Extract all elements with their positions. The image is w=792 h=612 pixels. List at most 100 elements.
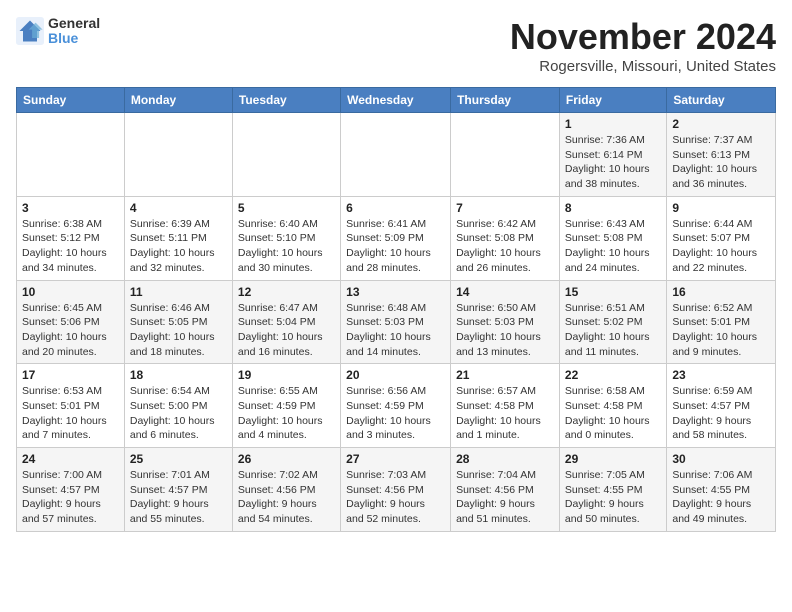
calendar-cell: 11Sunrise: 6:46 AM Sunset: 5:05 PM Dayli…: [124, 280, 232, 364]
day-info: Sunrise: 6:38 AM Sunset: 5:12 PM Dayligh…: [22, 217, 119, 276]
calendar-cell: [124, 113, 232, 197]
cell-content: 28Sunrise: 7:04 AM Sunset: 4:56 PM Dayli…: [456, 452, 554, 527]
day-number: 21: [456, 368, 554, 382]
calendar-cell: 13Sunrise: 6:48 AM Sunset: 5:03 PM Dayli…: [341, 280, 451, 364]
day-info: Sunrise: 6:54 AM Sunset: 5:00 PM Dayligh…: [130, 384, 227, 443]
calendar-cell: 23Sunrise: 6:59 AM Sunset: 4:57 PM Dayli…: [667, 364, 776, 448]
day-number: 15: [565, 285, 661, 299]
day-info: Sunrise: 6:55 AM Sunset: 4:59 PM Dayligh…: [238, 384, 335, 443]
day-number: 2: [672, 117, 770, 131]
calendar-cell: 10Sunrise: 6:45 AM Sunset: 5:06 PM Dayli…: [17, 280, 125, 364]
cell-content: 10Sunrise: 6:45 AM Sunset: 5:06 PM Dayli…: [22, 285, 119, 360]
day-info: Sunrise: 7:37 AM Sunset: 6:13 PM Dayligh…: [672, 133, 770, 192]
calendar-cell: 18 Sunrise: 6:54 AM Sunset: 5:00 PM Dayli…: [124, 364, 232, 448]
day-info: Sunrise: 6:46 AM Sunset: 5:05 PM Dayligh…: [130, 301, 227, 360]
header-row: SundayMondayTuesdayWednesdayThursdayFrid…: [17, 88, 776, 113]
page-header: General Blue November 2024 Rogersville, …: [16, 16, 776, 75]
calendar-cell: [451, 113, 560, 197]
calendar-cell: 22Sunrise: 6:58 AM Sunset: 4:58 PM Dayli…: [559, 364, 666, 448]
week-row-4: 24 Sunrise: 7:00 AM Sunset: 4:57 PM Dayli…: [17, 448, 776, 532]
day-number: 23: [672, 368, 770, 382]
header-wednesday: Wednesday: [341, 88, 451, 113]
day-number: 22: [565, 368, 661, 382]
cell-content: 1Sunrise: 7:36 AM Sunset: 6:14 PM Daylig…: [565, 117, 661, 192]
week-row-1: 3Sunrise: 6:38 AM Sunset: 5:12 PM Daylig…: [17, 196, 776, 280]
cell-content: 16 Sunrise: 6:52 AM Sunset: 5:01 PM Dayli…: [672, 285, 770, 360]
cell-content: 22Sunrise: 6:58 AM Sunset: 4:58 PM Dayli…: [565, 368, 661, 443]
cell-content: 20Sunrise: 6:56 AM Sunset: 4:59 PM Dayli…: [346, 368, 445, 443]
calendar-cell: 6Sunrise: 6:41 AM Sunset: 5:09 PM Daylig…: [341, 196, 451, 280]
day-info: Sunrise: 6:44 AM Sunset: 5:07 PM Dayligh…: [672, 217, 770, 276]
day-info: Sunrise: 6:41 AM Sunset: 5:09 PM Dayligh…: [346, 217, 445, 276]
header-tuesday: Tuesday: [232, 88, 340, 113]
cell-content: 29 Sunrise: 7:05 AM Sunset: 4:55 PM Dayli…: [565, 452, 661, 527]
calendar-cell: 27Sunrise: 7:03 AM Sunset: 4:56 PM Dayli…: [341, 448, 451, 532]
day-number: 1: [565, 117, 661, 131]
day-number: 19: [238, 368, 335, 382]
calendar-cell: 21 Sunrise: 6:57 AM Sunset: 4:58 PM Dayli…: [451, 364, 560, 448]
logo: General Blue: [16, 16, 100, 47]
calendar-cell: 29 Sunrise: 7:05 AM Sunset: 4:55 PM Dayli…: [559, 448, 666, 532]
calendar-cell: 7Sunrise: 6:42 AM Sunset: 5:08 PM Daylig…: [451, 196, 560, 280]
header-thursday: Thursday: [451, 88, 560, 113]
day-number: 12: [238, 285, 335, 299]
location-title: Rogersville, Missouri, United States: [510, 58, 776, 75]
cell-content: 24 Sunrise: 7:00 AM Sunset: 4:57 PM Dayli…: [22, 452, 119, 527]
day-info: Sunrise: 6:52 AM Sunset: 5:01 PM Dayligh…: [672, 301, 770, 360]
header-monday: Monday: [124, 88, 232, 113]
cell-content: 25Sunrise: 7:01 AM Sunset: 4:57 PM Dayli…: [130, 452, 227, 527]
day-info: Sunrise: 6:47 AM Sunset: 5:04 PM Dayligh…: [238, 301, 335, 360]
logo-icon: [16, 17, 44, 45]
day-info: Sunrise: 6:53 AM Sunset: 5:01 PM Dayligh…: [22, 384, 119, 443]
day-info: Sunrise: 6:51 AM Sunset: 5:02 PM Dayligh…: [565, 301, 661, 360]
cell-content: 12 Sunrise: 6:47 AM Sunset: 5:04 PM Dayli…: [238, 285, 335, 360]
day-info: Sunrise: 7:03 AM Sunset: 4:56 PM Dayligh…: [346, 468, 445, 527]
cell-content: 14Sunrise: 6:50 AM Sunset: 5:03 PM Dayli…: [456, 285, 554, 360]
month-title: November 2024: [510, 16, 776, 58]
day-info: Sunrise: 6:57 AM Sunset: 4:58 PM Dayligh…: [456, 384, 554, 443]
day-number: 9: [672, 201, 770, 215]
logo-blue: Blue: [48, 31, 100, 46]
calendar-cell: 26Sunrise: 7:02 AM Sunset: 4:56 PM Dayli…: [232, 448, 340, 532]
day-number: 28: [456, 452, 554, 466]
day-number: 18: [130, 368, 227, 382]
day-number: 29: [565, 452, 661, 466]
day-info: Sunrise: 6:39 AM Sunset: 5:11 PM Dayligh…: [130, 217, 227, 276]
calendar-cell: 19 Sunrise: 6:55 AM Sunset: 4:59 PM Dayli…: [232, 364, 340, 448]
day-number: 5: [238, 201, 335, 215]
calendar-cell: [341, 113, 451, 197]
cell-content: 17 Sunrise: 6:53 AM Sunset: 5:01 PM Dayli…: [22, 368, 119, 443]
day-info: Sunrise: 7:00 AM Sunset: 4:57 PM Dayligh…: [22, 468, 119, 527]
header-saturday: Saturday: [667, 88, 776, 113]
cell-content: 11Sunrise: 6:46 AM Sunset: 5:05 PM Dayli…: [130, 285, 227, 360]
day-number: 24: [22, 452, 119, 466]
calendar-body: 1Sunrise: 7:36 AM Sunset: 6:14 PM Daylig…: [17, 113, 776, 532]
calendar-cell: 8Sunrise: 6:43 AM Sunset: 5:08 PM Daylig…: [559, 196, 666, 280]
calendar-cell: 4 Sunrise: 6:39 AM Sunset: 5:11 PM Daylig…: [124, 196, 232, 280]
day-info: Sunrise: 7:02 AM Sunset: 4:56 PM Dayligh…: [238, 468, 335, 527]
cell-content: 2 Sunrise: 7:37 AM Sunset: 6:13 PM Daylig…: [672, 117, 770, 192]
day-number: 16: [672, 285, 770, 299]
day-number: 4: [130, 201, 227, 215]
day-info: Sunrise: 7:01 AM Sunset: 4:57 PM Dayligh…: [130, 468, 227, 527]
day-number: 17: [22, 368, 119, 382]
day-info: Sunrise: 6:43 AM Sunset: 5:08 PM Dayligh…: [565, 217, 661, 276]
cell-content: 23Sunrise: 6:59 AM Sunset: 4:57 PM Dayli…: [672, 368, 770, 443]
calendar-header: SundayMondayTuesdayWednesdayThursdayFrid…: [17, 88, 776, 113]
cell-content: 13Sunrise: 6:48 AM Sunset: 5:03 PM Dayli…: [346, 285, 445, 360]
calendar-cell: 2 Sunrise: 7:37 AM Sunset: 6:13 PM Daylig…: [667, 113, 776, 197]
day-number: 10: [22, 285, 119, 299]
week-row-2: 10Sunrise: 6:45 AM Sunset: 5:06 PM Dayli…: [17, 280, 776, 364]
logo-text: General Blue: [48, 16, 100, 47]
day-info: Sunrise: 7:05 AM Sunset: 4:55 PM Dayligh…: [565, 468, 661, 527]
cell-content: 5Sunrise: 6:40 AM Sunset: 5:10 PM Daylig…: [238, 201, 335, 276]
calendar-cell: 20Sunrise: 6:56 AM Sunset: 4:59 PM Dayli…: [341, 364, 451, 448]
day-number: 7: [456, 201, 554, 215]
calendar-cell: 25Sunrise: 7:01 AM Sunset: 4:57 PM Dayli…: [124, 448, 232, 532]
cell-content: 30Sunrise: 7:06 AM Sunset: 4:55 PM Dayli…: [672, 452, 770, 527]
calendar-cell: 16 Sunrise: 6:52 AM Sunset: 5:01 PM Dayli…: [667, 280, 776, 364]
cell-content: 9 Sunrise: 6:44 AM Sunset: 5:07 PM Daylig…: [672, 201, 770, 276]
cell-content: 7Sunrise: 6:42 AM Sunset: 5:08 PM Daylig…: [456, 201, 554, 276]
header-sunday: Sunday: [17, 88, 125, 113]
calendar-cell: 17 Sunrise: 6:53 AM Sunset: 5:01 PM Dayli…: [17, 364, 125, 448]
